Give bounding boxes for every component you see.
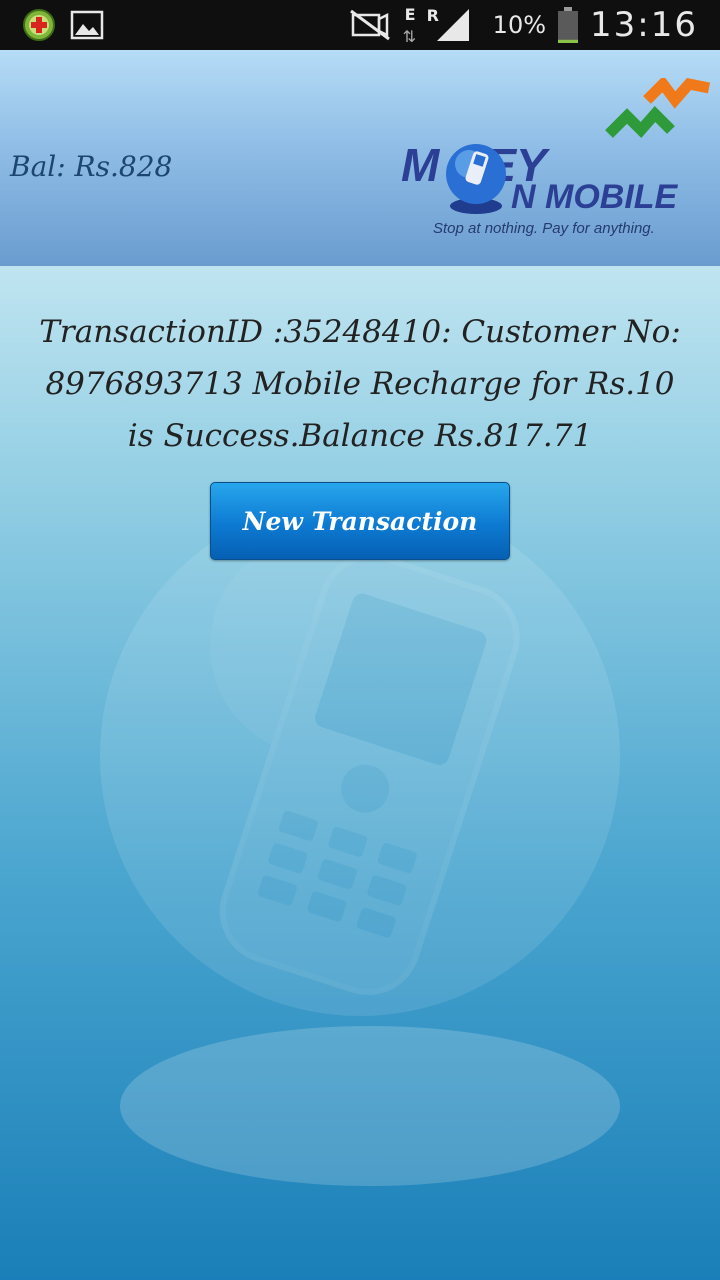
battery-icon xyxy=(558,7,579,43)
data-arrows-icon: ⇅ xyxy=(402,27,417,46)
main-content: TransactionID :35248410: Customer No: 89… xyxy=(0,266,720,1280)
status-bar: E ⇅ R 10% 13:16 xyxy=(0,0,720,50)
phone-globe-watermark-icon xyxy=(100,496,620,1186)
network-type-indicator: E ⇅ xyxy=(401,5,423,46)
image-icon xyxy=(70,10,104,40)
logo-chart-arrows-icon xyxy=(605,78,711,139)
network-type-label: E xyxy=(404,5,416,24)
logo-tagline: Stop at nothing. Pay for anything. xyxy=(433,220,655,237)
money-on-mobile-logo: M NEY N MOBILE Stop at nothing. Pay for … xyxy=(395,78,715,248)
app-plus-icon xyxy=(23,9,55,41)
logo-word-mobile: N MOBILE xyxy=(511,178,678,216)
battery-percent: 10% xyxy=(492,11,547,39)
silent-mode-icon xyxy=(349,9,390,41)
logo-globe-phone-icon xyxy=(446,144,506,214)
transaction-result-message: TransactionID :35248410: Customer No: 89… xyxy=(39,314,681,454)
new-transaction-button[interactable]: New Transaction xyxy=(210,482,510,560)
balance-label: Bal: Rs.828 xyxy=(10,150,173,183)
status-bar-left xyxy=(22,8,104,42)
status-bar-right: E ⇅ R 10% 13:16 xyxy=(349,0,698,50)
app-header: Bal: Rs.828 M NEY N MOBILE Stop at nothi… xyxy=(0,50,720,266)
clock: 13:16 xyxy=(590,5,698,45)
